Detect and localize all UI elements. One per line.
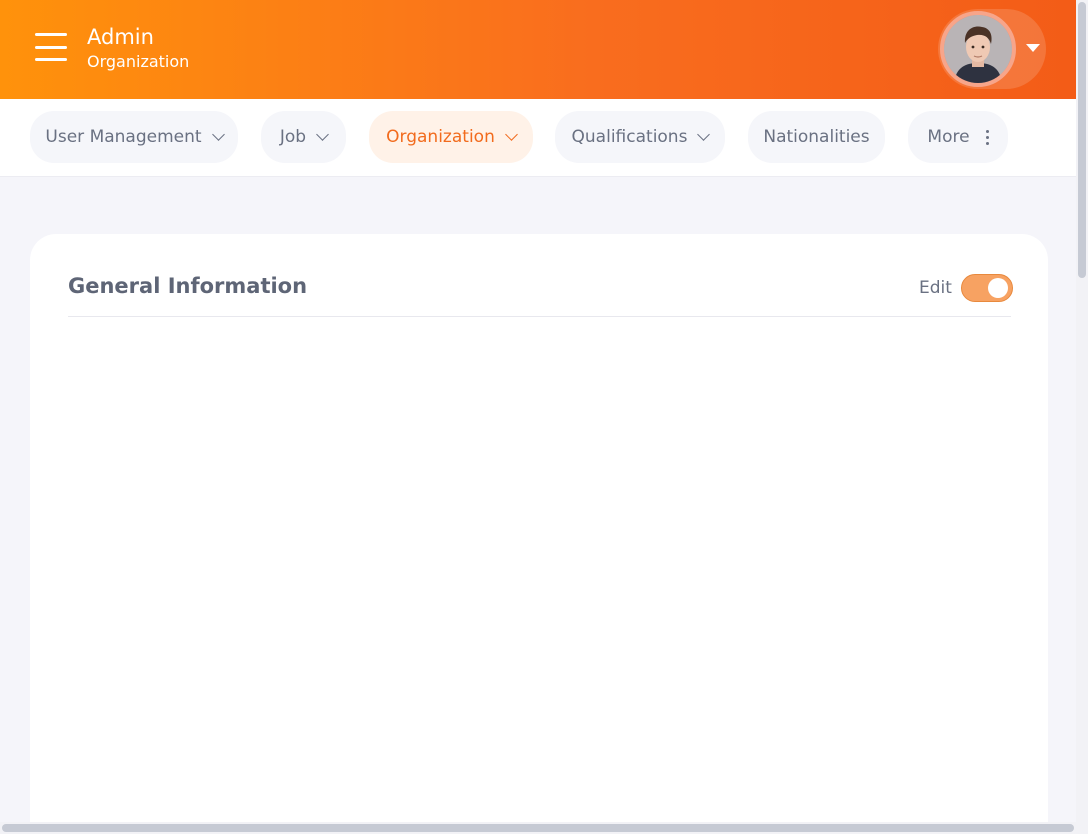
tab-qualifications[interactable]: Qualifications bbox=[555, 111, 725, 163]
tab-job[interactable]: Job bbox=[261, 111, 346, 163]
avatar[interactable] bbox=[940, 11, 1016, 87]
horizontal-scrollbar[interactable] bbox=[0, 822, 1076, 834]
tab-label: User Management bbox=[45, 127, 202, 147]
tab-organization[interactable]: Organization bbox=[369, 111, 533, 163]
tab-nationalities[interactable]: Nationalities bbox=[748, 111, 885, 163]
divider bbox=[68, 316, 1011, 317]
user-portrait-icon bbox=[944, 15, 1012, 83]
page-title-block: Admin Organization bbox=[87, 24, 189, 73]
tab-user-management[interactable]: User Management bbox=[30, 111, 238, 163]
chevron-down-icon bbox=[697, 128, 711, 141]
tab-more[interactable]: More bbox=[908, 111, 1008, 163]
edit-toggle-group: Edit bbox=[919, 274, 1013, 302]
hamburger-icon[interactable] bbox=[35, 33, 67, 61]
edit-label: Edit bbox=[919, 278, 952, 298]
vertical-scroll-thumb[interactable] bbox=[1078, 2, 1086, 278]
chevron-down-icon bbox=[211, 128, 225, 141]
tab-label: Organization bbox=[386, 127, 495, 147]
tab-label: Qualifications bbox=[571, 127, 688, 147]
horizontal-scroll-thumb[interactable] bbox=[2, 824, 1074, 832]
tab-label: More bbox=[927, 127, 970, 147]
page-title: Admin bbox=[87, 25, 154, 49]
admin-tab-bar: User Management Job Organization Qualifi… bbox=[0, 99, 1076, 177]
caret-down-icon[interactable] bbox=[1026, 44, 1040, 52]
chevron-down-icon bbox=[504, 128, 518, 141]
vertical-scrollbar[interactable] bbox=[1076, 0, 1088, 834]
card-title: General Information bbox=[68, 274, 308, 298]
user-menu[interactable] bbox=[938, 9, 1046, 89]
edit-toggle[interactable] bbox=[960, 274, 1013, 302]
general-information-card: General Information Edit bbox=[30, 234, 1048, 834]
page-subtitle: Organization bbox=[87, 52, 190, 71]
tab-label: Nationalities bbox=[763, 127, 870, 147]
toggle-knob bbox=[987, 278, 1008, 298]
top-header: Admin Organization bbox=[0, 0, 1076, 99]
kebab-icon bbox=[985, 129, 989, 145]
chevron-down-icon bbox=[316, 128, 329, 141]
tab-label: Job bbox=[279, 127, 307, 147]
